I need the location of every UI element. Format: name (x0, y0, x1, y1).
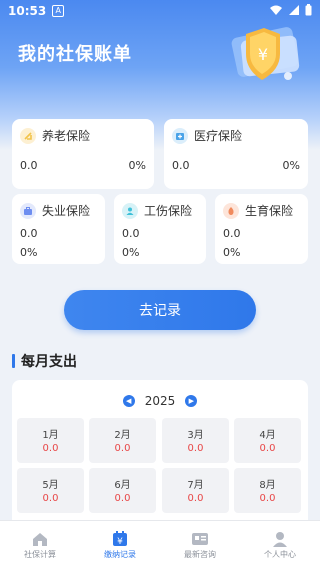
medical-icon (172, 127, 188, 144)
insurance-percent: 0% (20, 246, 38, 259)
tab-label: 社保计算 (24, 549, 56, 559)
month-name: 8月 (259, 480, 276, 491)
status-bar: 10:53 A (0, 0, 320, 22)
injury-icon (122, 202, 138, 219)
tab-label: 最新咨询 (184, 549, 216, 559)
insurance-card-unemployment: 失业保险 0.0 0% (12, 194, 105, 264)
signal-icon (289, 5, 299, 15)
go-record-button[interactable]: 去记录 (64, 290, 256, 330)
insurance-amount: 0.0 (20, 159, 38, 172)
insurance-card-maternity: 生育保险 0.0 0% (215, 194, 308, 264)
year-selector: ◀ 2025 ▶ (12, 394, 308, 408)
insurance-amount: 0.0 (20, 227, 38, 240)
bottom-tab-bar: 社保计算 ¥ 缴纳记录 最新咨询 个人中心 (0, 520, 320, 569)
insurance-amount: 0.0 (223, 227, 241, 240)
insurance-card-pension: 养老保险 0.0 0% (12, 119, 154, 189)
news-icon (192, 532, 208, 545)
tab-payment-records[interactable]: ¥ 缴纳记录 (80, 521, 160, 569)
wifi-icon (270, 5, 282, 15)
shield-illustration-icon: ¥ (231, 27, 300, 80)
month-name: 6月 (114, 480, 131, 491)
record-icon: ¥ (113, 530, 127, 547)
insurance-amount: 0.0 (122, 227, 140, 240)
tab-social-calc[interactable]: 社保计算 (0, 521, 80, 569)
section-accent-bar (12, 354, 15, 368)
prev-year-icon[interactable]: ◀ (122, 395, 135, 407)
page-title: 我的社保账单 (18, 44, 132, 65)
insurance-percent: 0% (122, 246, 140, 259)
section-header-monthly: 每月支出 (12, 351, 77, 371)
month-value: 0.0 (259, 493, 276, 504)
battery-icon (305, 4, 312, 16)
year-label: 2025 (144, 394, 176, 408)
svg-text:¥: ¥ (117, 537, 123, 547)
month-cell[interactable]: 5月 0.0 (17, 468, 84, 513)
svg-text:¥: ¥ (258, 45, 268, 64)
month-value: 0.0 (42, 493, 59, 504)
section-title: 每月支出 (21, 354, 77, 370)
month-cell[interactable]: 4月 0.0 (234, 418, 301, 463)
insurance-name: 失业保险 (42, 204, 91, 218)
insurance-card-injury: 工伤保险 0.0 0% (114, 194, 206, 264)
insurance-name: 工伤保险 (144, 204, 193, 218)
insurance-percent: 0% (128, 159, 146, 172)
month-cell[interactable]: 6月 0.0 (89, 468, 156, 513)
month-value: 0.0 (114, 443, 131, 454)
month-value: 0.0 (114, 493, 131, 504)
month-cell[interactable]: 2月 0.0 (89, 418, 156, 463)
insurance-percent: 0% (223, 246, 241, 259)
user-icon (273, 531, 287, 547)
insurance-amount: 0.0 (172, 159, 190, 172)
month-value: 0.0 (42, 443, 59, 454)
month-name: 3月 (187, 430, 204, 441)
next-year-icon[interactable]: ▶ (185, 395, 198, 407)
insurance-card-medical: 医疗保险 0.0 0% (164, 119, 308, 189)
month-cell[interactable]: 7月 0.0 (162, 468, 229, 513)
month-name: 4月 (259, 430, 276, 441)
month-value: 0.0 (187, 493, 204, 504)
month-value: 0.0 (259, 443, 276, 454)
tab-label: 缴纳记录 (104, 549, 136, 559)
month-cell[interactable]: 3月 0.0 (162, 418, 229, 463)
status-time: 10:53 (8, 4, 47, 18)
tab-personal-center[interactable]: 个人中心 (240, 521, 320, 569)
month-value: 0.0 (187, 443, 204, 454)
pension-icon (20, 127, 36, 144)
unemployment-icon (20, 202, 36, 219)
maternity-icon (223, 202, 239, 219)
insurance-name: 医疗保险 (194, 129, 243, 143)
insurance-percent: 0% (282, 159, 300, 172)
status-icons (269, 4, 312, 16)
insurance-name: 生育保险 (245, 204, 294, 218)
tab-latest-news[interactable]: 最新咨询 (160, 521, 240, 569)
month-cell[interactable]: 1月 0.0 (17, 418, 84, 463)
home-icon (33, 532, 47, 546)
insurance-name: 养老保险 (42, 129, 91, 143)
month-cell[interactable]: 8月 0.0 (234, 468, 301, 513)
tab-label: 个人中心 (264, 549, 296, 559)
month-name: 7月 (187, 480, 204, 491)
month-name: 5月 (42, 480, 59, 491)
month-name: 2月 (114, 430, 131, 441)
status-notification-icon: A (52, 5, 65, 17)
month-name: 1月 (42, 430, 59, 441)
